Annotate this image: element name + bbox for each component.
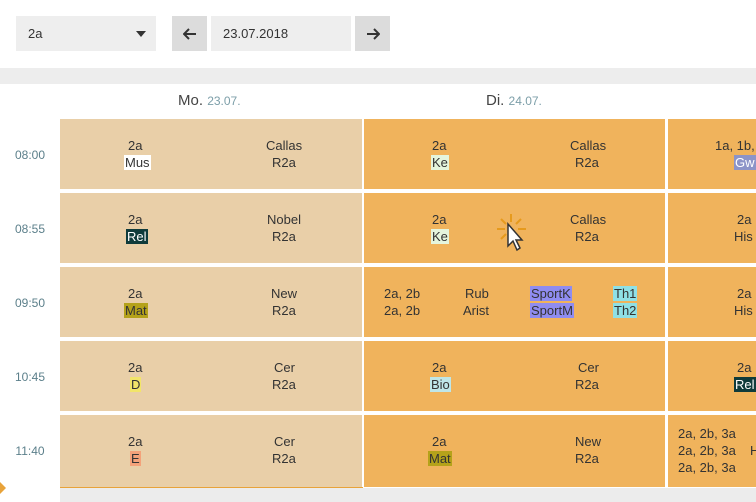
- day-date: 23.07.: [207, 94, 241, 108]
- arrow-left-icon: [182, 27, 196, 40]
- lesson-class: 2a: [432, 360, 447, 375]
- lesson-teacher: Callas: [570, 138, 607, 153]
- lesson-class: 1a, 1b,: [715, 138, 755, 153]
- lesson-class: 2a, 2b, 3a: [678, 460, 736, 475]
- lesson-class: 2a: [128, 360, 143, 375]
- lesson-teacher: Arist: [463, 303, 489, 318]
- lesson-room: R2a: [575, 155, 599, 170]
- lesson-subject: Rel: [734, 377, 756, 392]
- lesson-subject: His: [734, 303, 753, 318]
- lesson-subject: Ke: [431, 229, 449, 244]
- lesson-teacher: Rub: [465, 286, 489, 301]
- lesson-subject: SportK: [530, 286, 572, 301]
- chevron-down-icon: [136, 31, 146, 37]
- lesson-room: R2a: [272, 303, 296, 318]
- lesson-teacher: New: [575, 434, 602, 449]
- time-label: 10:45: [14, 370, 46, 384]
- lesson-subject: Bio: [430, 377, 451, 392]
- lesson-cell[interactable]: 2a Mat New R2a: [60, 267, 362, 337]
- lesson-room: R2a: [272, 451, 296, 466]
- separator-band: [0, 68, 756, 84]
- lesson-subject: D: [130, 377, 142, 392]
- lesson-teacher: New: [271, 286, 298, 301]
- lesson-teacher: Cer: [274, 434, 295, 449]
- lesson-class: 2a: [737, 360, 752, 375]
- toolbar: 2a 23.07.2018: [0, 0, 756, 68]
- now-marker-icon: [0, 482, 6, 494]
- day-header-monday: Mo. 23.07.: [178, 84, 241, 118]
- lesson-class: 2a, 2b: [384, 303, 421, 318]
- mouse-cursor-icon: [497, 214, 526, 252]
- lesson-subject: SportM: [530, 303, 574, 318]
- lesson-room: Th1: [613, 286, 638, 301]
- lesson-teacher: H: [750, 443, 756, 458]
- lesson-room: R2a: [575, 229, 599, 244]
- class-select[interactable]: 2a: [16, 16, 156, 51]
- lesson-subject: Gw: [734, 155, 756, 170]
- lesson-subject: Mus: [124, 155, 151, 170]
- time-label: 08:55: [14, 222, 46, 236]
- lesson-subject: E: [130, 451, 141, 466]
- day-header-tuesday: Di. 24.07.: [486, 84, 542, 118]
- lesson-cell[interactable]: 2a His: [668, 193, 756, 263]
- date-value: 23.07.2018: [223, 26, 289, 41]
- lesson-cell[interactable]: 1a, 1b, Gw: [668, 119, 756, 189]
- lesson-class: 2a, 2b, 3a: [678, 443, 736, 458]
- lesson-teacher: Cer: [274, 360, 295, 375]
- lesson-cell[interactable]: 2a Rel Nobel R2a: [60, 193, 362, 263]
- lesson-class: 2a: [128, 212, 143, 227]
- lesson-room: R2a: [272, 229, 296, 244]
- lesson-cell[interactable]: 2a Mus Callas R2a: [60, 119, 362, 189]
- day-name: Di.: [486, 92, 505, 109]
- lesson-class: 2a: [128, 138, 143, 153]
- lesson-subject: Rel: [126, 229, 148, 244]
- lesson-room: R2a: [272, 377, 296, 392]
- day-date: 24.07.: [508, 94, 542, 108]
- lesson-teacher: Callas: [570, 212, 607, 227]
- lesson-subject: His: [734, 229, 753, 244]
- lesson-class: 2a: [128, 286, 143, 301]
- lesson-room: R2a: [575, 377, 599, 392]
- date-input[interactable]: 23.07.2018: [211, 16, 351, 51]
- day-name: Mo.: [178, 92, 204, 109]
- lesson-cell[interactable]: 2a D Cer R2a: [60, 341, 362, 411]
- lesson-teacher: Nobel: [267, 212, 301, 227]
- lesson-subject: Mat: [428, 451, 452, 466]
- lesson-cell[interactable]: 2a Mat New R2a: [364, 415, 665, 487]
- lesson-subject: Mat: [124, 303, 148, 318]
- lesson-class: 2a: [128, 434, 143, 449]
- lesson-class: 2a: [737, 212, 752, 227]
- class-select-value: 2a: [28, 26, 43, 41]
- lesson-class: 2a, 2b, 3a: [678, 426, 736, 441]
- lesson-room: Th2: [613, 303, 638, 318]
- lesson-class: 2a: [432, 212, 447, 227]
- next-row-strip: [60, 488, 756, 502]
- arrow-right-icon: [366, 27, 380, 40]
- prev-date-button[interactable]: [172, 16, 207, 51]
- next-date-button[interactable]: [355, 16, 390, 51]
- lesson-teacher: Cer: [578, 360, 599, 375]
- time-label: 11:40: [15, 444, 45, 458]
- lesson-class: 2a, 2b: [384, 286, 421, 301]
- time-label: 08:00: [14, 148, 46, 162]
- lesson-class: 2a: [737, 286, 752, 301]
- lesson-class: 2a: [432, 138, 447, 153]
- lesson-teacher: Callas: [266, 138, 303, 153]
- lesson-cell[interactable]: 2a, 2b, 3a 2a, 2b, 3a 2a, 2b, 3a H: [668, 415, 756, 487]
- lesson-cell[interactable]: 2a Bio Cer R2a: [364, 341, 665, 411]
- lesson-cell[interactable]: 2a Ke Callas R2a: [364, 119, 665, 189]
- lesson-room: R2a: [272, 155, 296, 170]
- lesson-room: R2a: [575, 451, 599, 466]
- lesson-cell-split[interactable]: 2a, 2b 2a, 2b Rub Arist SportK SportM Th…: [364, 267, 665, 337]
- lesson-subject: Ke: [431, 155, 449, 170]
- lesson-cell[interactable]: 2a Rel: [668, 341, 756, 411]
- time-label: 09:50: [14, 296, 46, 310]
- lesson-cell[interactable]: 2a His: [668, 267, 756, 337]
- lesson-class: 2a: [432, 434, 447, 449]
- lesson-cell[interactable]: 2a E Cer R2a: [60, 415, 362, 487]
